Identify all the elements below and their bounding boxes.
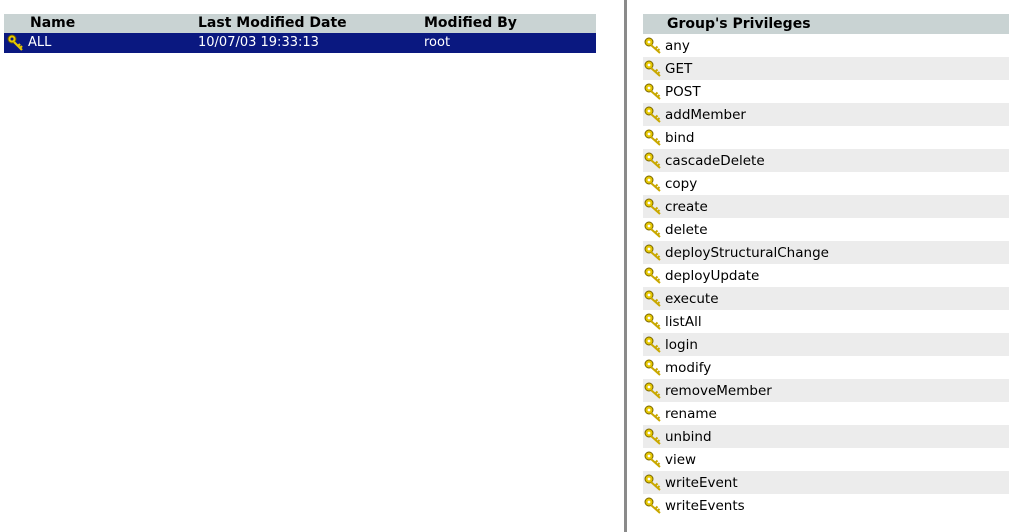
privilege-label: login	[665, 336, 698, 353]
privilege-key-icon	[644, 83, 661, 100]
privilege-key-icon	[644, 451, 661, 468]
row-modified-by: root	[424, 35, 451, 50]
privilege-key-icon	[644, 198, 661, 215]
privilege-label: writeEvents	[665, 497, 745, 514]
privilege-list-item[interactable]: unbind	[643, 425, 1009, 448]
panel-divider[interactable]	[624, 0, 627, 532]
privilege-list-item[interactable]: bind	[643, 126, 1009, 149]
privileges-header: Group's Privileges	[643, 14, 1009, 34]
privilege-label: bind	[665, 129, 695, 146]
privilege-label: cascadeDelete	[665, 152, 765, 169]
privilege-list-item[interactable]: listAll	[643, 310, 1009, 333]
privilege-list-item[interactable]: rename	[643, 402, 1009, 425]
privilege-label: execute	[665, 290, 719, 307]
privilege-key-icon	[644, 474, 661, 491]
privilege-label: removeMember	[665, 382, 772, 399]
privilege-label: delete	[665, 221, 708, 238]
privilege-list-item[interactable]: create	[643, 195, 1009, 218]
privilege-list-item[interactable]: writeEvents	[643, 494, 1009, 517]
privilege-label: any	[665, 37, 690, 54]
privilege-list-item[interactable]: GET	[643, 57, 1009, 80]
privilege-label: GET	[665, 60, 693, 77]
privilege-label: modify	[665, 359, 712, 376]
privilege-label: deployUpdate	[665, 267, 760, 284]
privilege-label: addMember	[665, 106, 746, 123]
table-row[interactable]: ALL 10/07/03 19:33:13 root	[4, 33, 596, 53]
privilege-list-item[interactable]: removeMember	[643, 379, 1009, 402]
privilege-label: deployStructuralChange	[665, 244, 829, 261]
privilege-list-item[interactable]: login	[643, 333, 1009, 356]
privilege-key-icon	[644, 313, 661, 330]
privilege-label: copy	[665, 175, 698, 192]
privilege-list-item[interactable]: any	[643, 34, 1009, 57]
groups-table: Name Last Modified Date Modified By ALL …	[4, 14, 596, 53]
row-name: ALL	[28, 35, 52, 50]
privilege-label: POST	[665, 83, 701, 100]
privilege-key-icon	[644, 244, 661, 261]
privilege-key-icon	[644, 106, 661, 123]
privilege-key-icon	[644, 428, 661, 445]
privilege-key-icon	[644, 382, 661, 399]
privilege-key-icon	[644, 175, 661, 192]
column-header-modified-by[interactable]: Modified By	[424, 14, 517, 33]
privilege-label: view	[665, 451, 697, 468]
privilege-label: listAll	[665, 313, 702, 330]
privilege-key-icon	[644, 152, 661, 169]
privilege-list-item[interactable]: view	[643, 448, 1009, 471]
privilege-key-icon	[644, 221, 661, 238]
privilege-list-item[interactable]: cascadeDelete	[643, 149, 1009, 172]
privilege-list-item[interactable]: deployUpdate	[643, 264, 1009, 287]
privilege-list-item[interactable]: deployStructuralChange	[643, 241, 1009, 264]
group-key-icon	[7, 34, 23, 51]
column-header-last-modified-date[interactable]: Last Modified Date	[184, 14, 424, 33]
privilege-key-icon	[644, 60, 661, 77]
privilege-key-icon	[644, 267, 661, 284]
privilege-list-item[interactable]: writeEvent	[643, 471, 1009, 494]
privilege-key-icon	[644, 129, 661, 146]
privilege-list-item[interactable]: delete	[643, 218, 1009, 241]
row-last-modified: 10/07/03 19:33:13	[198, 35, 319, 50]
privilege-label: rename	[665, 405, 717, 422]
privilege-list-item[interactable]: execute	[643, 287, 1009, 310]
privilege-list-item[interactable]: modify	[643, 356, 1009, 379]
privilege-key-icon	[644, 336, 661, 353]
privilege-label: writeEvent	[665, 474, 738, 491]
privilege-list-item[interactable]: addMember	[643, 103, 1009, 126]
privilege-label: create	[665, 198, 708, 215]
groups-table-header: Name Last Modified Date Modified By	[4, 14, 596, 33]
privilege-key-icon	[644, 37, 661, 54]
privilege-key-icon	[644, 359, 661, 376]
privileges-list: Group's Privileges any GET POST addMember bi…	[643, 14, 1009, 517]
privilege-label: unbind	[665, 428, 712, 445]
column-header-name[interactable]: Name	[4, 14, 184, 33]
privilege-list-item[interactable]: copy	[643, 172, 1009, 195]
privilege-list-item[interactable]: POST	[643, 80, 1009, 103]
privilege-key-icon	[644, 497, 661, 514]
privilege-key-icon	[644, 290, 661, 307]
privilege-key-icon	[644, 405, 661, 422]
